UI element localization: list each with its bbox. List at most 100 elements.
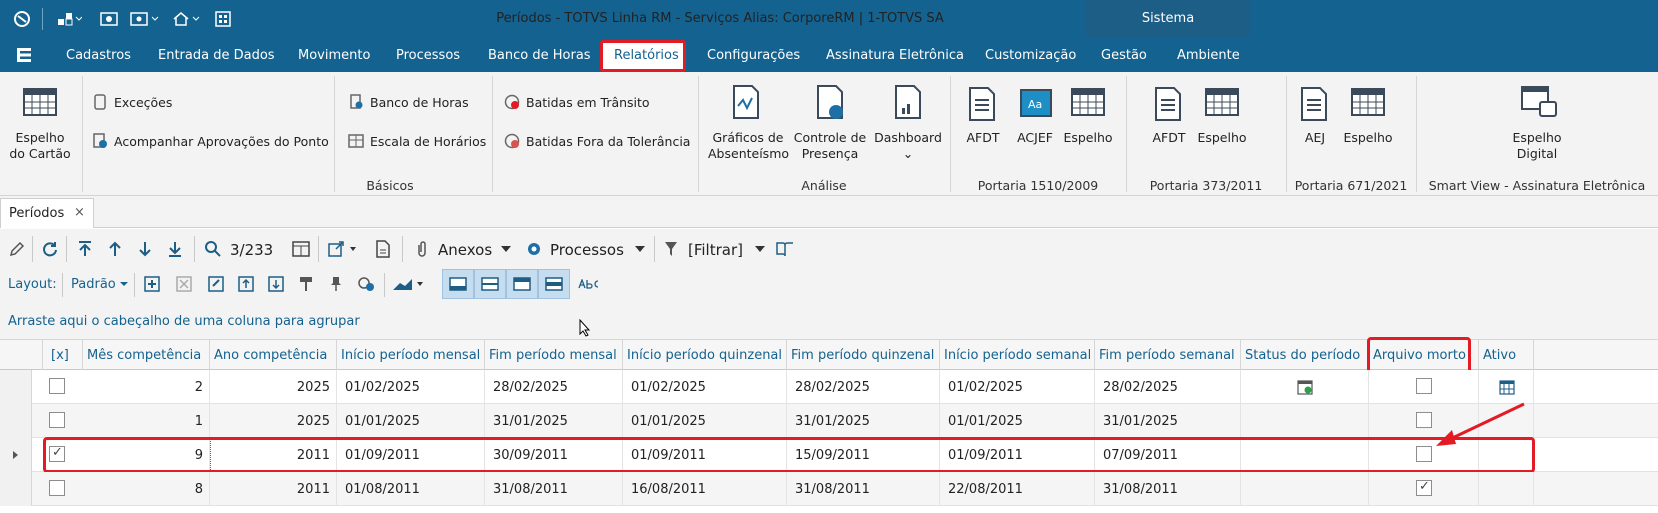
filter-icon[interactable]: [662, 238, 680, 260]
controle-presenca-button[interactable]: Controle de Presença: [790, 130, 870, 162]
app-logo-icon[interactable]: [10, 7, 34, 31]
aej-button[interactable]: AEJ: [1290, 130, 1340, 146]
attachment-icon[interactable]: [412, 238, 432, 260]
espelho-cartao-label-1: Espelho: [15, 130, 65, 145]
acjef-button[interactable]: ACJEF: [1010, 130, 1060, 146]
menu-assinatura-eletronica[interactable]: Assinatura Eletrônica: [826, 48, 964, 63]
report-icon[interactable]: [372, 238, 394, 260]
calendar-icon[interactable]: [1498, 378, 1516, 396]
layout-icon[interactable]: [212, 7, 234, 31]
save-layout-icon[interactable]: [206, 274, 226, 294]
column-select-all[interactable]: [x]: [43, 340, 83, 370]
upload-layout-icon[interactable]: [236, 274, 256, 294]
espelho-671-button[interactable]: Espelho: [1342, 130, 1394, 146]
cell-status: [1241, 472, 1369, 506]
menu-cadastros[interactable]: Cadastros: [66, 48, 131, 63]
menu-banco-de-horas[interactable]: Banco de Horas: [488, 48, 591, 63]
calendar-status-icon[interactable]: [1296, 378, 1314, 396]
group-smart-view: Smart View - Assinatura Eletrônica: [1428, 178, 1646, 193]
column-inicio-periodo-semanal[interactable]: Início período semanal: [940, 340, 1095, 370]
column-inicio-periodo-quinzenal[interactable]: Início período quinzenal: [623, 340, 787, 370]
column-fim-periodo-mensal[interactable]: Fim período mensal: [485, 340, 623, 370]
menu-ambiente[interactable]: Ambiente: [1177, 48, 1240, 63]
dashboard-button[interactable]: Dashboard ⌄: [870, 130, 946, 162]
chevron-down-icon: ⌄: [902, 146, 914, 161]
sistema-label[interactable]: Sistema: [1086, 11, 1250, 26]
menu-entrada-de-dados[interactable]: Entrada de Dados: [158, 48, 275, 63]
column-ano-competencia[interactable]: Ano competência: [210, 340, 337, 370]
columns-icon[interactable]: [290, 238, 312, 260]
download-layout-icon[interactable]: [266, 274, 286, 294]
layout-select[interactable]: Padrão: [71, 277, 116, 292]
menu-processos[interactable]: Processos: [396, 48, 460, 63]
banco-horas-button[interactable]: Banco de Horas: [348, 94, 469, 110]
batidas-fora-button[interactable]: Batidas Fora da Tolerância: [504, 133, 690, 149]
menu-movimento[interactable]: Movimento: [298, 48, 370, 63]
refresh-icon[interactable]: [38, 238, 62, 260]
gear-icon[interactable]: [524, 238, 544, 260]
arquivo-morto-checkbox[interactable]: [1416, 479, 1432, 496]
last-record-icon[interactable]: [164, 238, 186, 260]
batidas-transito-button[interactable]: Batidas em Trânsito: [504, 94, 650, 110]
anexos-button[interactable]: Anexos: [438, 241, 492, 259]
afdt-373-icon: [1152, 86, 1188, 122]
processos-button[interactable]: Processos: [550, 241, 624, 259]
column-inicio-periodo-mensal[interactable]: Início período mensal: [337, 340, 485, 370]
add-layout-icon[interactable]: [142, 274, 162, 294]
menu-configuracoes[interactable]: Configurações: [707, 48, 800, 63]
column-status-periodo[interactable]: Status do período: [1241, 340, 1369, 370]
afdt-1510-button[interactable]: AFDT: [958, 130, 1008, 146]
row-select-checkbox[interactable]: [49, 412, 65, 428]
search-icon[interactable]: [202, 238, 224, 260]
previous-record-icon[interactable]: [104, 238, 126, 260]
row-indicator: [0, 404, 32, 438]
home-dropdown-icon[interactable]: [170, 7, 204, 31]
espelho-digital-button[interactable]: Espelho Digital: [1502, 130, 1572, 162]
menu-relatorios[interactable]: Relatórios: [614, 48, 679, 63]
share-dropdown-icon[interactable]: [52, 7, 86, 31]
espelho-digital-label-1: Espelho: [1512, 130, 1562, 145]
cell-fim-semanal: 28/02/2025: [1095, 370, 1241, 404]
layout-dropdown-icon[interactable]: [118, 276, 130, 292]
mouse-cursor-icon: [578, 318, 592, 338]
column-indicator: [0, 340, 43, 370]
edit-icon[interactable]: [6, 238, 28, 260]
arquivo-morto-checkbox[interactable]: [1416, 378, 1432, 394]
column-fim-periodo-quinzenal[interactable]: Fim período quinzenal: [787, 340, 940, 370]
book-icon[interactable]: [774, 238, 796, 260]
chart-dropdown-icon[interactable]: [390, 274, 426, 294]
row-select-checkbox[interactable]: [49, 378, 65, 394]
column-ativo[interactable]: Ativo: [1479, 340, 1534, 370]
row-select-checkbox[interactable]: [49, 480, 65, 496]
filtrar-button[interactable]: [Filtrar]: [688, 241, 743, 259]
pin-icon[interactable]: [326, 274, 346, 294]
menu-customizacao[interactable]: Customização: [985, 48, 1076, 63]
espelho-373-icon: [1204, 86, 1240, 122]
espelho-cartao-button[interactable]: Espelho do Cartão: [4, 130, 76, 162]
first-record-icon[interactable]: [74, 238, 96, 260]
paint-icon[interactable]: [296, 274, 316, 294]
screen-dropdown-icon[interactable]: [128, 7, 162, 31]
spellcheck-icon[interactable]: [578, 276, 600, 292]
cell-fim-mensal: 31/01/2025: [485, 404, 623, 438]
espelho-1510-button[interactable]: Espelho: [1062, 130, 1114, 146]
filtrar-dropdown-icon[interactable]: [752, 238, 768, 260]
excecoes-button[interactable]: Exceções: [92, 94, 172, 110]
color-fill-icon[interactable]: [356, 274, 376, 294]
main-menu-icon[interactable]: [15, 46, 33, 64]
anexos-dropdown-icon[interactable]: [498, 238, 514, 260]
afdt-373-button[interactable]: AFDT: [1144, 130, 1194, 146]
close-icon[interactable]: ×: [74, 205, 85, 220]
graficos-absenteismo-button[interactable]: Gráficos de Absenteísmo: [708, 130, 789, 162]
column-fim-periodo-semanal[interactable]: Fim período semanal: [1095, 340, 1241, 370]
export-dropdown-icon[interactable]: [326, 238, 362, 260]
next-record-icon[interactable]: [134, 238, 156, 260]
menu-gestao[interactable]: Gestão: [1101, 48, 1147, 63]
escala-horarios-button[interactable]: Escala de Horários: [348, 133, 486, 149]
delete-layout-icon[interactable]: [174, 274, 194, 294]
view-icon[interactable]: [98, 7, 120, 31]
acompanhar-aprovacoes-button[interactable]: Acompanhar Aprovações do Ponto: [92, 133, 329, 149]
processos-dropdown-icon[interactable]: [632, 238, 648, 260]
column-mes-competencia[interactable]: Mês competência: [83, 340, 210, 370]
espelho-373-button[interactable]: Espelho: [1196, 130, 1248, 146]
